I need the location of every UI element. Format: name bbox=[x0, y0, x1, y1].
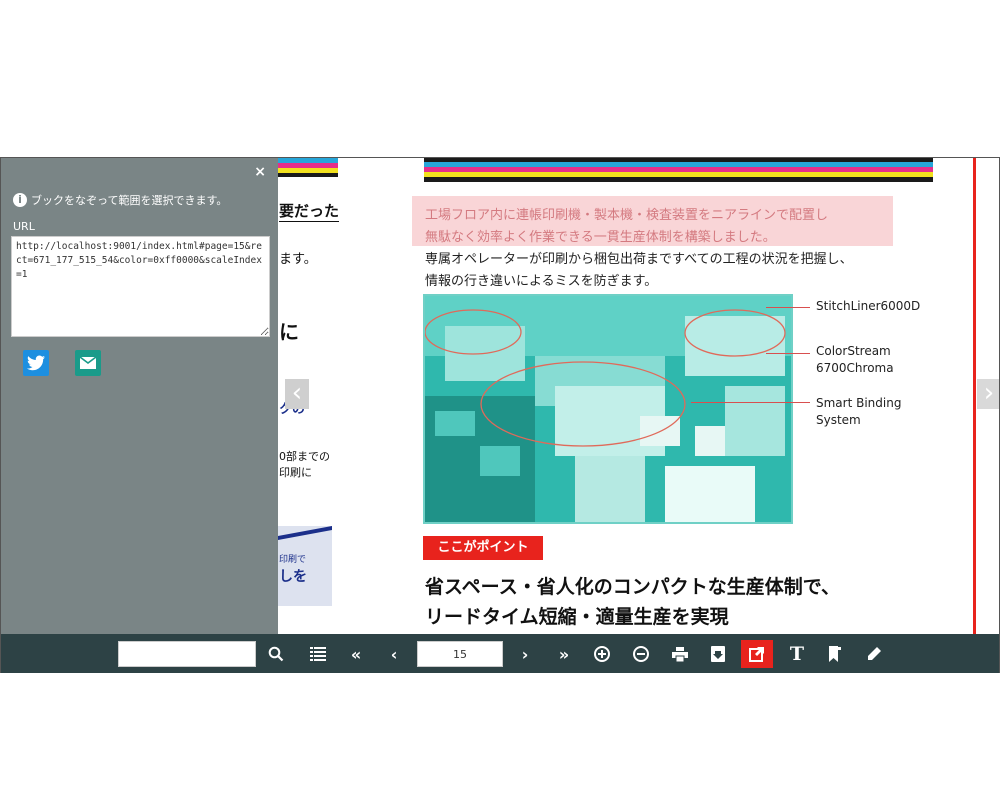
zoom-in-icon[interactable] bbox=[590, 642, 614, 666]
page-number-input[interactable] bbox=[417, 641, 503, 667]
next-page-arrow[interactable]: › bbox=[977, 379, 999, 409]
body-text-1: 専属オペレーターが印刷から梱包出荷まですべての工程の状況を把握し、 bbox=[425, 252, 853, 267]
callout-line-2 bbox=[766, 353, 810, 354]
prev-page-arrow[interactable]: ‹ bbox=[285, 379, 309, 409]
left-page-text-b: 印刷に bbox=[279, 466, 312, 479]
callout-colorstream: ColorStream 6700Chroma bbox=[816, 344, 894, 375]
url-field[interactable] bbox=[11, 236, 270, 337]
left-page-text-a: 0部までの bbox=[279, 450, 330, 463]
point-badge: ここがポイント bbox=[423, 536, 543, 560]
share-icon[interactable] bbox=[741, 640, 773, 668]
callout-smart-binding: Smart Binding System bbox=[816, 396, 902, 427]
share-panel: × i ブックをなぞって範囲を選択できます。 URL bbox=[1, 158, 278, 634]
pen-icon[interactable] bbox=[862, 642, 886, 666]
info-icon: i bbox=[13, 193, 27, 207]
search-icon[interactable] bbox=[264, 642, 288, 666]
left-banner-text-a: 印刷で bbox=[279, 555, 307, 565]
download-icon[interactable] bbox=[706, 642, 730, 666]
left-page-line: ます。 bbox=[279, 252, 317, 267]
left-page-banner: 印刷で しを bbox=[278, 526, 332, 606]
page-edge-red-line bbox=[973, 158, 976, 634]
left-page-heading-fragment: 要だった bbox=[279, 202, 340, 222]
headline-1: 省スペース・省人化のコンパクトな生産体制で、 bbox=[425, 576, 840, 598]
zoom-out-icon[interactable] bbox=[629, 642, 653, 666]
color-bar-right bbox=[424, 158, 933, 182]
list-icon[interactable] bbox=[306, 642, 330, 666]
instruction-text: ブックをなぞって範囲を選択できます。 bbox=[31, 194, 228, 207]
toolbar: « ‹ › » T bbox=[1, 634, 999, 673]
callout-stitchliner: StitchLiner6000D bbox=[816, 299, 921, 313]
close-icon[interactable]: × bbox=[254, 164, 266, 180]
color-bar-left bbox=[278, 158, 338, 182]
headline-2: リードタイム短縮・適量生産を実現 bbox=[425, 606, 729, 628]
next-page-icon[interactable]: › bbox=[513, 642, 537, 666]
print-icon[interactable] bbox=[668, 642, 692, 666]
twitter-icon[interactable] bbox=[23, 350, 49, 376]
first-page-icon[interactable]: « bbox=[344, 642, 368, 666]
search-input[interactable] bbox=[118, 641, 256, 667]
last-page-icon[interactable]: » bbox=[552, 642, 576, 666]
instruction-row: i ブックをなぞって範囲を選択できます。 bbox=[13, 192, 227, 208]
left-page-heading-ni: に bbox=[279, 320, 299, 344]
body-text-2: 情報の行き違いによるミスを防ぎます。 bbox=[425, 274, 658, 289]
bookmark-icon[interactable] bbox=[823, 642, 847, 666]
prev-page-icon[interactable]: ‹ bbox=[382, 642, 406, 666]
factory-photo bbox=[423, 294, 793, 524]
left-banner-text-b: しを bbox=[279, 569, 307, 585]
book-viewer: 要だった ます。 に クの 0部までの 印刷に 印刷で しを 工場フロア内に連帳… bbox=[0, 157, 1000, 673]
text-icon[interactable]: T bbox=[785, 642, 809, 666]
mail-icon[interactable] bbox=[75, 350, 101, 376]
callout-line-3 bbox=[691, 402, 810, 403]
highlight-text-1: 工場フロア内に連帳印刷機・製本機・検査装置をニアラインで配置し bbox=[425, 208, 829, 223]
highlight-text-2: 無駄なく効率よく作業できる一貫生産体制を構築しました。 bbox=[425, 230, 776, 245]
book-spread[interactable]: 要だった ます。 に クの 0部までの 印刷に 印刷で しを 工場フロア内に連帳… bbox=[1, 158, 999, 634]
url-label: URL bbox=[13, 220, 35, 233]
callout-line-1 bbox=[766, 307, 810, 308]
